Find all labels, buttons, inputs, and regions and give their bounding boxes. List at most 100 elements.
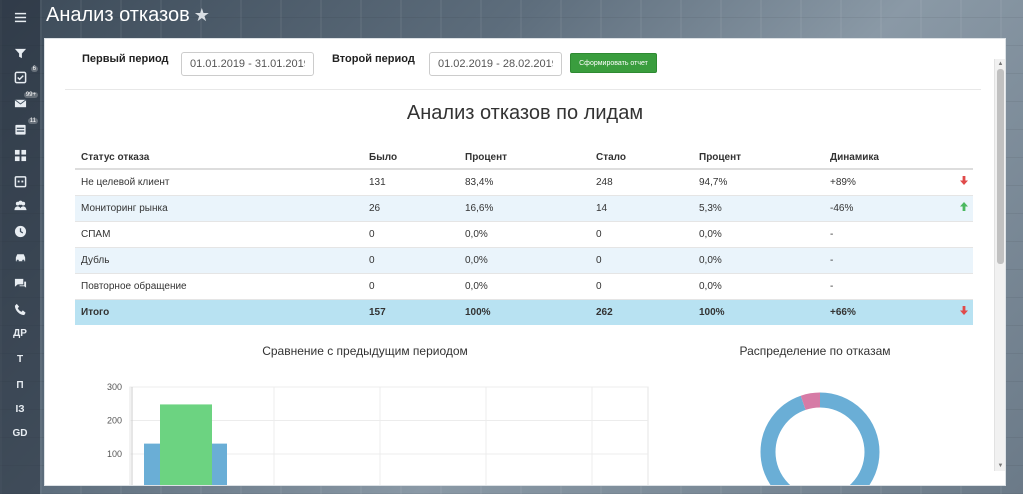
arrow-up-icon [949, 194, 973, 221]
cell-was-pct: 83,4% [459, 168, 590, 195]
cell-was-pct: 0,0% [459, 246, 590, 273]
report-panel: Первый период Второй период Сформировать… [44, 38, 1006, 486]
cell-now-pct: 5,3% [693, 194, 824, 221]
sidebar-item-grid[interactable] [8, 148, 32, 166]
report-table: Статус отказа Было Процент Стало Процент Дина… [75, 147, 973, 325]
cell-dynamic: +66% [824, 298, 949, 325]
generate-report-button[interactable]: Сформировать отчет [570, 53, 657, 73]
schedule-icon [14, 175, 27, 191]
cell-now-pct: 100% [693, 298, 824, 325]
cell-now: 248 [590, 168, 693, 195]
sidebar-item-users[interactable] [8, 198, 32, 216]
column-header: Было [363, 147, 459, 170]
grid-icon [14, 149, 27, 165]
filter-icon [14, 47, 27, 63]
cell-was: 0 [363, 220, 459, 247]
mail-icon [14, 97, 27, 113]
cell-now: 262 [590, 298, 693, 325]
sidebar-item-chat[interactable] [8, 276, 32, 294]
cell-status: Не целевой клиент [75, 168, 363, 195]
y-tick-label: 300 [107, 382, 122, 392]
star-icon[interactable]: ★ [194, 5, 210, 26]
cell-was-pct: 0,0% [459, 272, 590, 299]
scroll-down-icon[interactable]: ▼ [995, 461, 1005, 471]
tasks-icon [14, 71, 27, 87]
sidebar-item-text[interactable]: GD [8, 424, 32, 442]
column-header: Динамика [824, 147, 949, 170]
table-row: Дубль 0 0,0% 0 0,0% - [75, 246, 973, 273]
cell-now-pct: 0,0% [693, 220, 824, 247]
phone-icon [14, 303, 27, 319]
sidebar-item-car[interactable] [8, 250, 32, 268]
cell-was: 157 [363, 298, 459, 325]
cell-dynamic: +89% [824, 168, 949, 195]
sidebar-badge: 99+ [23, 92, 38, 98]
table-row: Мониторинг рынка 26 16,6% 14 5,3% -46% [75, 194, 973, 221]
bar-chart: 100 200 300 [107, 382, 649, 486]
sidebar-item-text[interactable]: Т [8, 350, 32, 368]
bar-chart-title: Сравнение с предыдущим периодом [262, 344, 468, 358]
y-tick-label: 100 [107, 449, 122, 459]
period1-input[interactable] [181, 52, 314, 76]
report-title: Анализ отказов по лидам [406, 102, 644, 124]
cell-status: Дубль [75, 246, 363, 273]
cell-dynamic: -46% [824, 194, 949, 221]
table-row: СПАМ 0 0,0% 0 0,0% - [75, 220, 973, 247]
sidebar-item-clock[interactable] [8, 224, 32, 242]
page-title: Анализ отказов ★ [46, 4, 210, 27]
pie-slice[interactable] [760, 392, 880, 486]
cell-was: 131 [363, 168, 459, 195]
sidebar: 6 99+ 11 ДР Т П IЗ GD [0, 0, 40, 494]
arrow-down-icon [949, 298, 973, 325]
sidebar-item-calendar[interactable]: 11 [8, 118, 38, 140]
scroll-up-icon[interactable]: ▲ [995, 59, 1005, 69]
cell-now: 0 [590, 272, 693, 299]
cell-status: Мониторинг рынка [75, 194, 363, 221]
cell-was: 0 [363, 272, 459, 299]
sidebar-item-text[interactable]: IЗ [8, 400, 32, 418]
pie-chart-title: Распределение по отказам [739, 344, 891, 358]
sidebar-badge: 11 [27, 118, 38, 124]
cell-now: 14 [590, 194, 693, 221]
calendar-icon [14, 123, 27, 139]
cell-was-pct: 0,0% [459, 220, 590, 247]
cell-status: Итого [75, 298, 363, 325]
cell-now-pct: 0,0% [693, 272, 824, 299]
total-row: Итого 157 100% 262 100% +66% [75, 298, 973, 325]
cell-status: Повторное обращение [75, 272, 363, 299]
sidebar-item-text[interactable]: П [8, 376, 32, 394]
cell-was: 0 [363, 246, 459, 273]
cell-now: 0 [590, 246, 693, 273]
cell-now-pct: 0,0% [693, 246, 824, 273]
cell-was-pct: 100% [459, 298, 590, 325]
cell-dynamic: - [824, 272, 949, 299]
table-row: Повторное обращение 0 0,0% 0 0,0% - [75, 272, 973, 299]
sidebar-item-mail[interactable]: 99+ [8, 92, 38, 114]
car-icon [14, 251, 27, 267]
clock-icon [14, 225, 27, 241]
column-header: Статус отказа [75, 147, 363, 170]
column-header: Процент [459, 147, 590, 170]
pie-chart [760, 392, 880, 486]
page-title-text: Анализ отказов [46, 4, 190, 26]
sidebar-item-tasks[interactable]: 6 [8, 66, 38, 88]
sidebar-badge: 6 [30, 66, 38, 72]
sidebar-item-text[interactable]: ДР [8, 324, 32, 342]
bar-now[interactable] [160, 404, 212, 486]
sidebar-item-phone[interactable] [8, 302, 32, 320]
period2-input[interactable] [429, 52, 562, 76]
sidebar-item-schedule[interactable] [8, 174, 32, 192]
scrollbar[interactable]: ▲ ▼ [994, 59, 1005, 471]
period2-label: Второй период [332, 53, 415, 65]
cell-dynamic: - [824, 246, 949, 273]
cell-now-pct: 94,7% [693, 168, 824, 195]
sidebar-item-filter[interactable] [8, 46, 32, 64]
trend-cell [949, 220, 973, 247]
scroll-thumb[interactable] [997, 69, 1004, 264]
column-header: Процент [693, 147, 824, 170]
cell-was-pct: 16,6% [459, 194, 590, 221]
table-header-row: Статус отказа Было Процент Стало Процент Дина… [75, 147, 973, 170]
menu-icon[interactable] [8, 8, 32, 26]
y-tick-label: 200 [107, 416, 122, 426]
filter-bar: Первый период Второй период Сформировать… [45, 39, 1005, 89]
